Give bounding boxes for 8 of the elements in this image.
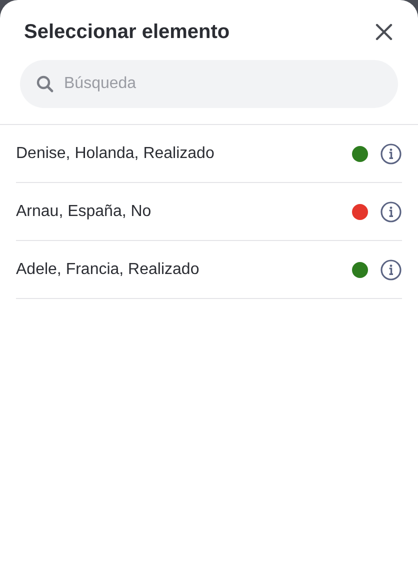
list-item[interactable]: Denise, Holanda, Realizado (16, 125, 402, 183)
info-button[interactable] (380, 142, 402, 164)
info-button[interactable] (380, 258, 402, 280)
info-button[interactable] (380, 200, 402, 222)
list-item[interactable]: Adele, Francia, Realizado (16, 241, 402, 299)
search-field[interactable]: Búsqueda (20, 60, 398, 108)
dialog-title: Seleccionar elemento (24, 20, 230, 44)
list-item[interactable]: Arnau, España, No (16, 183, 402, 241)
